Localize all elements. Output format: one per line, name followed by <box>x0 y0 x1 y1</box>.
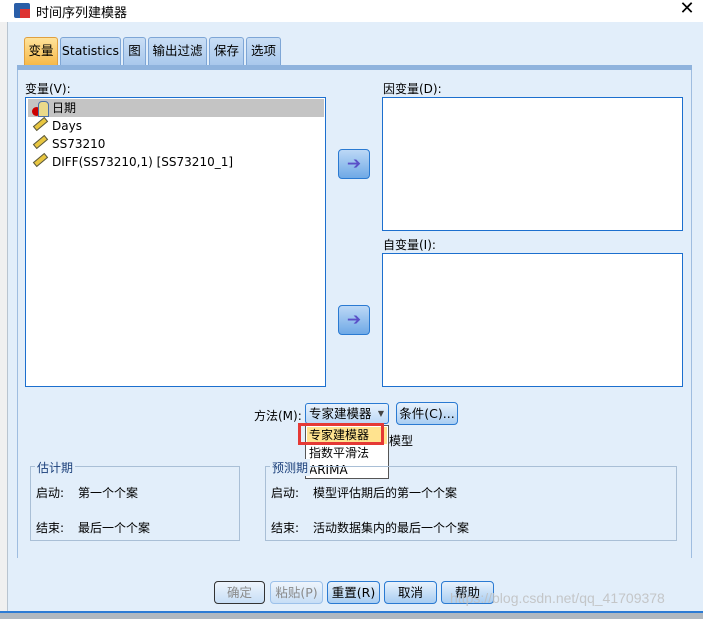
tab-options[interactable]: 选项 <box>246 37 281 65</box>
list-item[interactable]: SS73210 <box>28 134 324 153</box>
start-value: 第一个个案 <box>78 486 139 500</box>
variable-name: DIFF(SS73210,1) [SS73210_1] <box>52 155 234 169</box>
close-icon[interactable]: ✕ <box>676 0 698 19</box>
hidden-option-text: 模型 <box>389 434 414 448</box>
method-value: 专家建模器 <box>309 406 372 421</box>
tab-variables[interactable]: 变量 <box>24 37 58 65</box>
tab-output-filter[interactable]: 输出过滤 <box>148 37 207 65</box>
app-icon <box>14 3 30 18</box>
arrow-right-icon: ➔ <box>346 154 362 174</box>
scale-ruler-icon <box>32 116 49 132</box>
tab-save[interactable]: 保存 <box>209 37 244 65</box>
end-value: 最后一个个案 <box>78 521 151 535</box>
cancel-button[interactable]: 取消 <box>384 581 437 604</box>
list-item[interactable]: 日期 <box>28 99 324 117</box>
end-value: 活动数据集内的最后一个个案 <box>313 521 470 535</box>
highlight-box <box>298 423 384 445</box>
forecast-period-group: 预测期 启动: 模型评估期后的第一个个案 结束: 活动数据集内的最后一个个案 <box>265 459 677 541</box>
scale-ruler-icon <box>32 134 49 150</box>
end-label: 结束: <box>36 521 65 535</box>
move-to-dependent-button[interactable]: ➔ <box>338 149 370 179</box>
group-title: 估计期 <box>35 459 76 476</box>
window-title: 时间序列建模器 <box>36 6 128 21</box>
criteria-button[interactable]: 条件(C)... <box>396 402 458 425</box>
list-item[interactable]: Days <box>28 116 324 135</box>
variable-name: 日期 <box>52 101 77 115</box>
variables-list[interactable]: 日期 Days SS73210 DIFF(SS73210,1) [SS73210… <box>25 97 326 387</box>
method-dropdown[interactable]: 专家建模器 ▼ <box>305 403 389 424</box>
move-to-independent-button[interactable]: ➔ <box>338 305 370 335</box>
background-spreadsheet <box>0 22 8 619</box>
dependent-list[interactable] <box>382 97 683 231</box>
dropdown-option-exponential-smoothing[interactable]: 指数平滑法 <box>307 445 387 462</box>
arrow-right-icon: ➔ <box>346 310 362 330</box>
date-nominal-icon <box>32 101 49 117</box>
group-title: 预测期 <box>270 459 311 476</box>
variable-name: SS73210 <box>52 137 106 151</box>
independent-list[interactable] <box>382 253 683 387</box>
list-item[interactable]: DIFF(SS73210,1) [SS73210_1] <box>28 152 324 171</box>
window-bottom-edge <box>0 611 703 619</box>
method-label: 方法(M): <box>254 409 302 423</box>
watermark: https://blog.csdn.net/qq_41709378 <box>450 590 665 606</box>
dependent-label: 因变量(D): <box>383 82 442 96</box>
tab-statistics[interactable]: Statistics <box>60 37 121 65</box>
tab-plots[interactable]: 图 <box>123 37 146 65</box>
start-value: 模型评估期后的第一个个案 <box>313 486 458 500</box>
end-label: 结束: <box>271 521 300 535</box>
independent-label: 自变量(I): <box>383 238 436 252</box>
chevron-down-icon: ▼ <box>377 409 384 418</box>
paste-button[interactable]: 粘贴(P) <box>270 581 323 604</box>
start-label: 启动: <box>271 486 300 500</box>
estimation-period-group: 估计期 启动: 第一个个案 结束: 最后一个个案 <box>30 459 240 541</box>
start-label: 启动: <box>36 486 65 500</box>
variable-name: Days <box>52 119 82 133</box>
reset-button[interactable]: 重置(R) <box>327 581 380 604</box>
ok-button[interactable]: 确定 <box>214 581 265 604</box>
scale-ruler-icon <box>32 152 49 168</box>
title-bar: 时间序列建模器 ✕ <box>0 0 703 22</box>
variables-label: 变量(V): <box>25 82 71 96</box>
